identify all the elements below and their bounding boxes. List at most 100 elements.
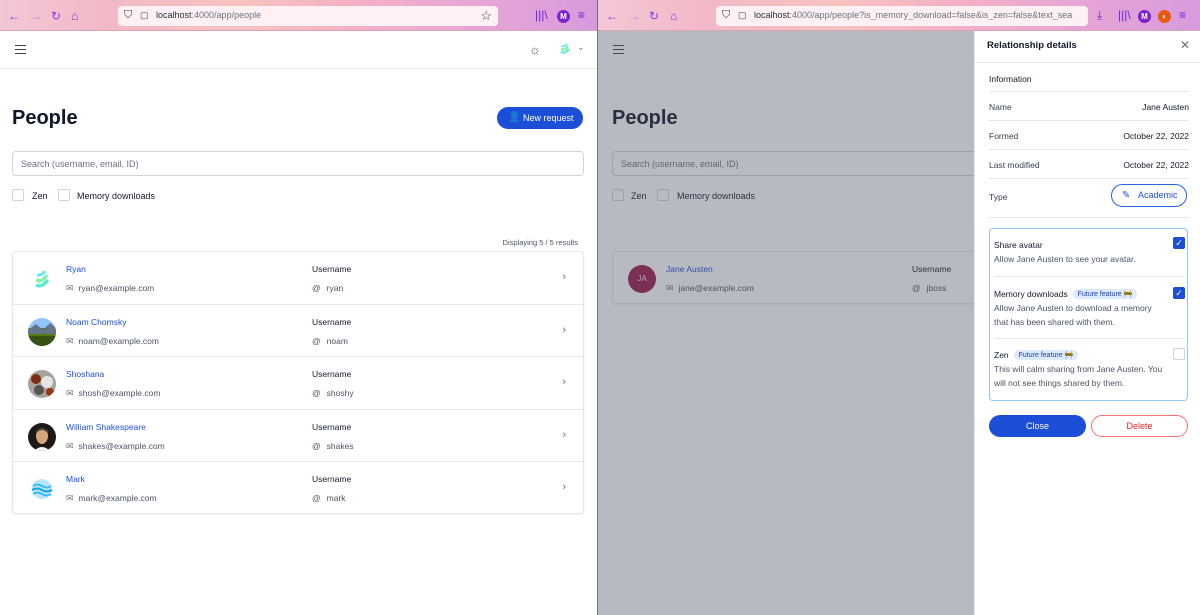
person-name[interactable]: Noam Chomsky (66, 317, 126, 327)
forward-icon[interactable]: → (628, 9, 640, 23)
home-icon[interactable]: ⌂ (670, 9, 677, 23)
hamburger-menu-icon[interactable] (15, 45, 26, 54)
type-value: Academic (1138, 190, 1178, 200)
account-avatar[interactable]: M (1138, 10, 1151, 23)
memory-downloads-checkbox[interactable] (58, 189, 70, 201)
url-bar[interactable]: ⛉ ▢ localhost:4000/app/people?is_memory_… (716, 6, 1088, 26)
share-avatar-checkbox[interactable]: ✓ (1173, 237, 1185, 249)
account-avatar[interactable]: M (557, 10, 570, 23)
username-label: Username (312, 316, 352, 327)
forward-icon[interactable]: → (30, 9, 42, 23)
section-heading: Information (989, 74, 1032, 84)
field-value: October 22, 2022 (1123, 131, 1189, 141)
permission-description: This will calm sharing from Jane Austen.… (994, 364, 1163, 388)
menu-icon[interactable]: ≡ (1179, 8, 1186, 22)
app-header: ☼ ⌄ (0, 31, 597, 69)
theme-toggle-sun-icon[interactable]: ☼ (529, 42, 541, 57)
new-request-button[interactable]: 👤 New request (497, 107, 583, 129)
at-icon: @ (312, 440, 321, 451)
field-formed: Formed October 22, 2022 (989, 120, 1189, 149)
divider (989, 217, 1189, 218)
search-placeholder: Search (username, email, ID) (21, 159, 139, 169)
bookmark-star-icon[interactable]: ☆ (480, 8, 492, 24)
permission-title: Zen Future feature 🚧 (994, 350, 1079, 360)
people-page: ☼ ⌄ People 👤 New request Search (usernam… (0, 31, 597, 615)
back-icon[interactable]: ← (8, 9, 20, 23)
username-label: Username (312, 369, 352, 379)
list-item[interactable]: William Shakespeare ✉ shakes@example.com … (13, 410, 583, 462)
chevron-right-icon[interactable]: › (562, 271, 566, 283)
library-icon[interactable]: |||\ (535, 8, 548, 22)
url-text: localhost:4000/app/people (156, 10, 262, 20)
user-logo-icon[interactable] (558, 42, 572, 56)
field-value: Jane Austen (1142, 102, 1189, 112)
shield-icon: ⛉ (722, 9, 731, 21)
chevron-down-icon[interactable]: ⌄ (577, 42, 585, 53)
future-feature-badge: Future feature 🚧 (1072, 289, 1138, 299)
person-email: ✉ mark@example.com (66, 493, 157, 503)
add-person-icon: 👤 (508, 112, 521, 123)
person-email: ✉ shakes@example.com (66, 440, 165, 451)
reload-icon[interactable]: ↻ (649, 9, 659, 23)
list-item[interactable]: Ryan ✉ ryan@example.com Username @ ryan › (13, 252, 583, 305)
username-value: @ ryan (312, 283, 344, 293)
extension-icon[interactable]: ◐ (1158, 10, 1171, 23)
close-icon[interactable]: ✕ (1180, 38, 1190, 52)
person-name[interactable]: William Shakespeare (66, 422, 146, 432)
mail-icon: ✉ (66, 440, 74, 451)
back-icon[interactable]: ← (606, 9, 618, 23)
permission-description: Allow Jane Austen to see your avatar. (994, 254, 1136, 264)
memory-downloads-permission-checkbox[interactable]: ✓ (1173, 287, 1185, 299)
permissions-box: Share avatar Allow Jane Austen to see yo… (989, 228, 1188, 401)
avatar (28, 265, 56, 293)
url-bar[interactable]: ⛉ ▢ localhost:4000/app/people ☆ (118, 6, 498, 26)
browser-toolbar: ← → ↻ ⌂ ⛉ ▢ localhost:4000/app/people ☆ … (0, 0, 597, 31)
username-value: @ mark (312, 493, 346, 503)
new-request-label: New request (523, 113, 574, 123)
delete-button[interactable]: Delete (1091, 415, 1188, 437)
list-item[interactable]: Noam Chomsky ✉ noam@example.com Username … (13, 305, 583, 357)
type-academic-button[interactable]: ✎ Academic (1111, 184, 1187, 207)
page-icon: ▢ (140, 10, 149, 20)
relationship-details-panel: Relationship details ✕ Information Name … (974, 31, 1200, 615)
avatar (28, 317, 56, 346)
person-name[interactable]: Mark (66, 474, 85, 484)
zen-label: Zen (32, 191, 48, 201)
list-item[interactable]: Shoshana ✉ shosh@example.com Username @ sh… (13, 357, 583, 410)
at-icon: @ (312, 335, 321, 346)
field-last-modified: Last modified October 22, 2022 (989, 149, 1189, 178)
browser-toolbar: ← → ↻ ⌂ ⛉ ▢ localhost:4000/app/people?is… (598, 0, 1200, 31)
permission-title: Memory downloads Future feature 🚧 (994, 289, 1138, 299)
menu-icon[interactable]: ≡ (578, 8, 585, 22)
username-label: Username (312, 474, 352, 484)
chevron-right-icon[interactable]: › (562, 324, 566, 336)
mail-icon: ✉ (66, 335, 74, 346)
person-email: ✉ noam@example.com (66, 335, 159, 346)
modal-backdrop[interactable] (598, 31, 975, 615)
permission-zen: Zen Future feature 🚧 This will calm shari… (994, 339, 1185, 399)
field-key: Last modified (989, 160, 1040, 170)
person-email: ✉ ryan@example.com (66, 283, 155, 293)
mail-icon: ✉ (66, 283, 74, 293)
chevron-right-icon[interactable]: › (562, 429, 566, 441)
mail-icon: ✉ (66, 493, 74, 503)
reload-icon[interactable]: ↻ (51, 9, 61, 23)
browser-window-right: ← → ↻ ⌂ ⛉ ▢ localhost:4000/app/people?is… (598, 0, 1200, 615)
close-button[interactable]: Close (989, 415, 1086, 437)
chevron-right-icon[interactable]: › (562, 481, 566, 493)
chevron-right-icon[interactable]: › (562, 376, 566, 388)
permission-description: Allow Jane Austen to download a memory t… (994, 303, 1152, 327)
download-icon[interactable]: ⤓ (1097, 8, 1102, 23)
avatar (28, 422, 56, 451)
library-icon[interactable]: |||\ (1118, 8, 1131, 22)
field-key: Formed (989, 131, 1019, 141)
field-value: October 22, 2022 (1123, 160, 1189, 170)
home-icon[interactable]: ⌂ (71, 9, 78, 23)
zen-checkbox[interactable] (12, 189, 24, 201)
person-name[interactable]: Shoshana (66, 369, 104, 379)
list-item[interactable]: Mark ✉ mark@example.com Username @ mark › (13, 462, 583, 515)
zen-permission-checkbox[interactable] (1173, 348, 1185, 360)
divider (975, 62, 1200, 63)
search-input[interactable]: Search (username, email, ID) (12, 151, 584, 176)
person-name[interactable]: Ryan (66, 264, 86, 274)
